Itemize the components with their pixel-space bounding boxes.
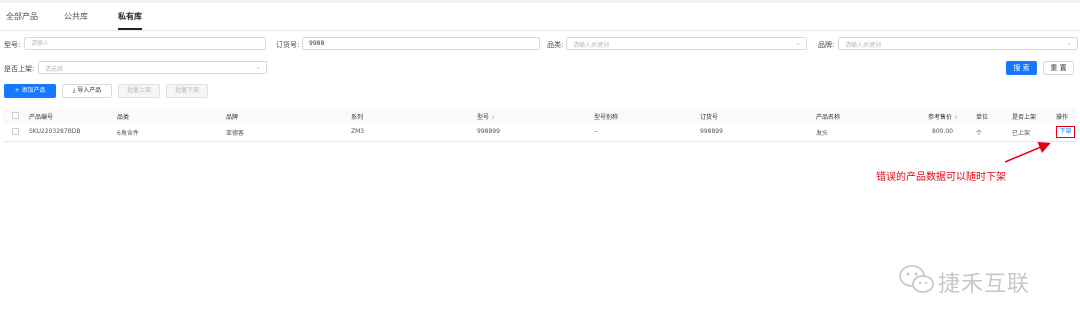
wechat-logo-icon [899, 265, 934, 293]
annotation-text: 错误的产品数据可以随时下架 [876, 172, 1006, 183]
watermark-text: 捷禾互联 [938, 272, 1031, 297]
watermark: 捷禾互联 [898, 262, 1058, 302]
